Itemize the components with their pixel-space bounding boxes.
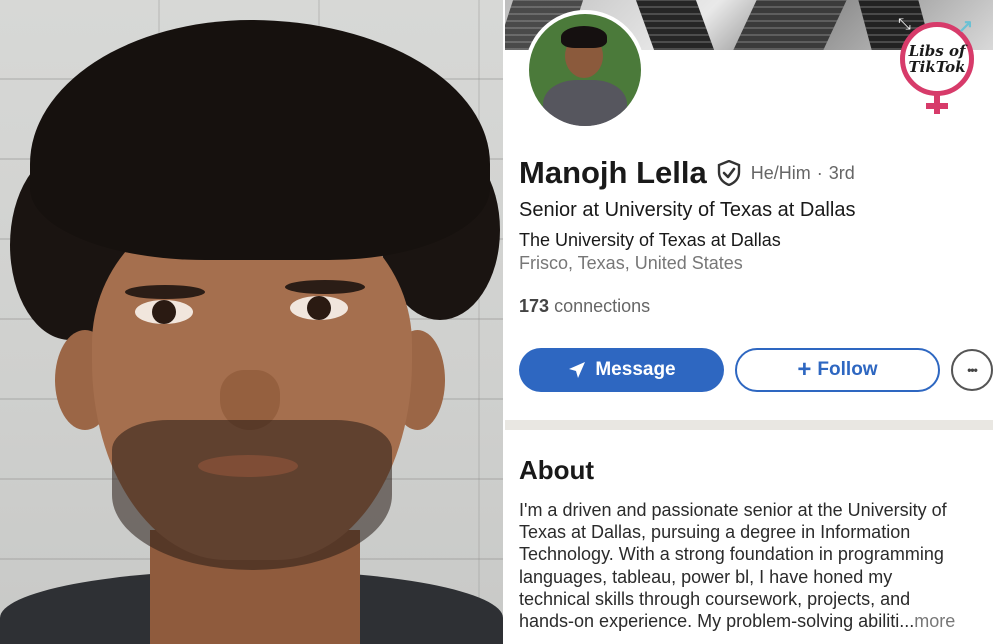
message-label: Message xyxy=(595,359,676,380)
separator-dot: · xyxy=(816,162,823,183)
profile-avatar[interactable] xyxy=(525,10,645,130)
watermark-line1: Libs of xyxy=(908,42,966,60)
watermark-line2: TikTok xyxy=(908,58,966,76)
about-title: About xyxy=(519,455,595,485)
about-line: languages, tableau, power bl, I have hon… xyxy=(519,566,893,587)
plus-icon: + xyxy=(797,356,812,383)
about-line: I'm a driven and passionate senior at th… xyxy=(519,500,947,520)
profile-location: Frisco, Texas, United States xyxy=(519,253,743,273)
about-line: hands-on experience. My problem-solving … xyxy=(519,611,915,632)
see-more-link[interactable]: more xyxy=(914,611,955,631)
send-icon xyxy=(567,360,587,380)
profile-school[interactable]: The University of Texas at Dallas xyxy=(519,230,781,251)
connection-degree: 3rd xyxy=(828,162,855,183)
profile-headline: Senior at University of Texas at Dallas xyxy=(519,199,856,221)
mugshot-photo xyxy=(0,0,503,644)
more-button[interactable]: ••• xyxy=(951,349,993,391)
connections-number: 173 xyxy=(519,296,550,316)
about-line: Technology. With a strong foundation in … xyxy=(519,544,944,565)
more-icon: ••• xyxy=(967,363,978,377)
expand-icon: ⤡ xyxy=(898,16,911,33)
connections-count[interactable]: 173 connections xyxy=(519,296,650,317)
connections-label: connections xyxy=(554,296,651,316)
arrow-icon: ↗ xyxy=(958,16,974,36)
about-text: I'm a driven and passionate senior at th… xyxy=(519,499,989,632)
message-button[interactable]: Message xyxy=(519,348,724,392)
profile-name: Manojh Lella xyxy=(519,155,707,190)
about-line: technical skills through coursework, pro… xyxy=(519,588,911,609)
pronouns: He/Him xyxy=(750,162,811,183)
verified-shield-icon[interactable] xyxy=(717,160,741,186)
about-line: Texas at Dallas, pursuing a degree in In… xyxy=(519,522,911,543)
follow-button[interactable]: + Follow xyxy=(735,348,940,392)
section-divider xyxy=(505,420,993,430)
libs-of-tiktok-watermark: Libs of TikTok ↗ xyxy=(898,16,978,116)
about-line-last: hands-on experience. My problem-solving … xyxy=(519,610,989,632)
profile-card: Libs of TikTok ↗ ⤡ Manojh Lella He/Him ·… xyxy=(505,0,993,644)
follow-label: Follow xyxy=(817,359,878,380)
name-row: Manojh Lella He/Him · 3rd xyxy=(519,155,855,191)
